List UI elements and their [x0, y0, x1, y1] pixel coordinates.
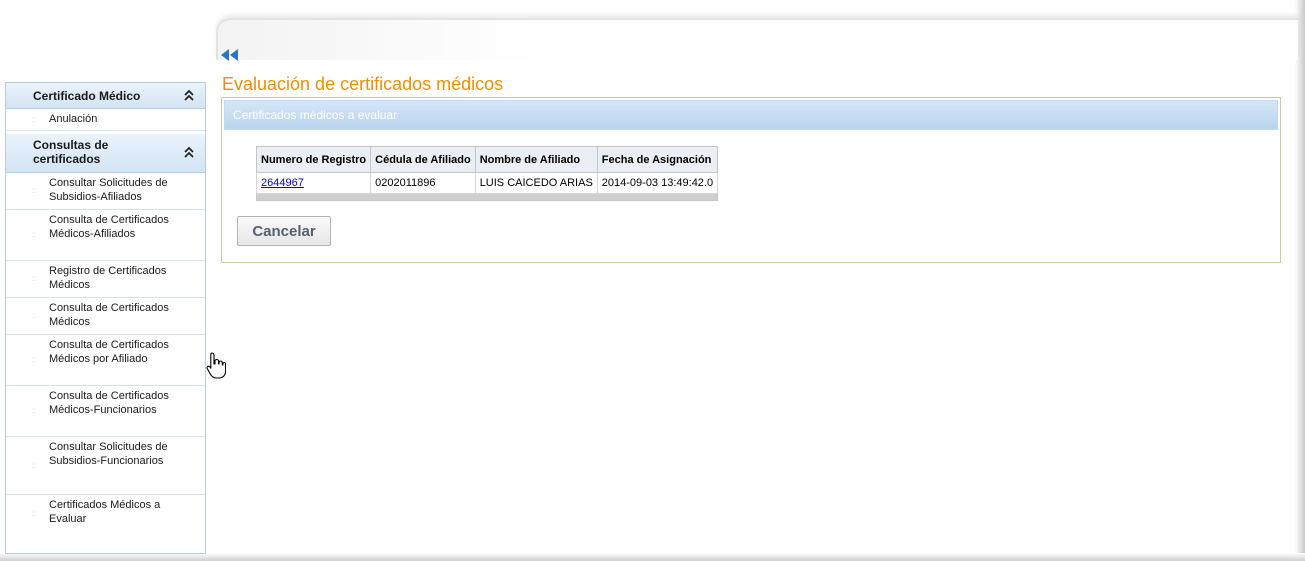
sidebar-item-consulta-por-afiliado[interactable]: :: Consulta de Certificados Médicos por …	[6, 335, 205, 386]
window-shadow-bottom	[0, 553, 1305, 561]
sidebar-item-certificados-a-evaluar[interactable]: :: Certificados Médicos a Evaluar	[6, 495, 205, 532]
column-header-numero-registro[interactable]: Numero de Registro	[255, 146, 372, 173]
sidebar-item-consulta-certificados[interactable]: :: Consulta de Certificados Médicos	[6, 298, 205, 335]
column-header-fecha[interactable]: Fecha de Asignación	[596, 146, 719, 173]
table-footer	[255, 193, 719, 201]
bullet-icon: ::	[32, 186, 37, 195]
double-chevron-up-icon[interactable]	[183, 89, 195, 103]
sidebar-item-consulta-funcionarios[interactable]: :: Consulta de Certificados Médicos-Func…	[6, 386, 205, 437]
hand-pointer-icon	[206, 352, 226, 379]
bullet-icon: ::	[32, 114, 37, 124]
double-chevron-up-icon[interactable]	[183, 146, 195, 160]
bullet-icon: ::	[32, 460, 37, 470]
sidebar-item-label: Consulta de Certificados Médicos-Funcion…	[49, 390, 169, 416]
sidebar-item-label: Consultar Solicitudes de Subsidios-Funci…	[49, 441, 168, 467]
sidebar-item-label: Consulta de Certificados Médicos-Afiliad…	[49, 214, 169, 240]
sidebar-item-anulacion[interactable]: :: Anulación	[6, 109, 205, 131]
table-cell-fecha: 2014-09-03 13:49:42.0	[596, 172, 719, 194]
content-header-bar	[216, 18, 1298, 60]
sidebar-item-label: Anulación	[49, 113, 98, 125]
column-header-nombre[interactable]: Nombre de Afiliado	[474, 146, 598, 173]
sidebar-item-label: Certificados Médicos a Evaluar	[49, 499, 161, 525]
table-header-row: Numero de Registro Cédula de Afiliado No…	[255, 146, 719, 173]
sidebar-section-title: Certificado Médico	[33, 89, 141, 103]
bullet-icon: ::	[32, 274, 37, 283]
sidebar-section-consultas[interactable]: Consultas de certificados	[6, 134, 205, 173]
sidebar-item-label: Registro de Certificados Médicos	[49, 265, 167, 291]
page-title: Evaluación de certificados médicos	[222, 74, 504, 94]
table-cell-nombre: LUIS CAICEDO ARIAS	[474, 172, 598, 194]
bullet-icon: ::	[32, 230, 37, 239]
window-shadow-right	[1295, 0, 1305, 561]
panel-title: Certificados médicos a evaluar	[224, 100, 1278, 130]
sidebar-item-consulta-certificados-afiliados[interactable]: :: Consulta de Certificados Médicos-Afil…	[6, 210, 205, 261]
cancel-button[interactable]: Cancelar	[237, 216, 331, 246]
certificates-table: Numero de Registro Cédula de Afiliado No…	[255, 146, 719, 201]
registro-link[interactable]: 2644967	[261, 177, 304, 189]
table-cell-cedula: 0202011896	[370, 172, 476, 194]
sidebar-item-registro-certificados[interactable]: :: Registro de Certificados Médicos	[6, 261, 205, 298]
sidebar: Certificado Médico :: Anulación Consulta…	[5, 82, 206, 554]
sidebar-item-consultar-solicitudes-afiliados[interactable]: :: Consultar Solicitudes de Subsidios-Af…	[6, 173, 205, 210]
table-cell-numero-registro: 2644967	[255, 172, 372, 194]
table-row: 2644967 0202011896 LUIS CAICEDO ARIAS 20…	[255, 172, 719, 194]
sidebar-section-certificado-medico[interactable]: Certificado Médico	[6, 83, 205, 109]
bullet-icon: ::	[32, 355, 37, 364]
bullet-icon: ::	[32, 406, 37, 415]
column-header-cedula[interactable]: Cédula de Afiliado	[370, 146, 476, 173]
bullet-icon: ::	[32, 311, 37, 320]
sidebar-item-label: Consulta de Certificados Médicos	[49, 302, 169, 328]
table-footer-row	[255, 193, 719, 201]
sidebar-item-consultar-solicitudes-funcionarios[interactable]: :: Consultar Solicitudes de Subsidios-Fu…	[6, 437, 205, 495]
sidebar-item-label: Consulta de Certificados Médicos por Afi…	[49, 339, 169, 365]
sidebar-item-label: Consultar Solicitudes de Subsidios-Afili…	[49, 177, 168, 203]
collapse-sidebar-icon[interactable]	[220, 48, 240, 62]
evaluation-panel: Certificados médicos a evaluar Numero de…	[221, 97, 1281, 263]
sidebar-section-title: Consultas de certificados	[33, 138, 109, 166]
bullet-icon: ::	[32, 508, 37, 518]
